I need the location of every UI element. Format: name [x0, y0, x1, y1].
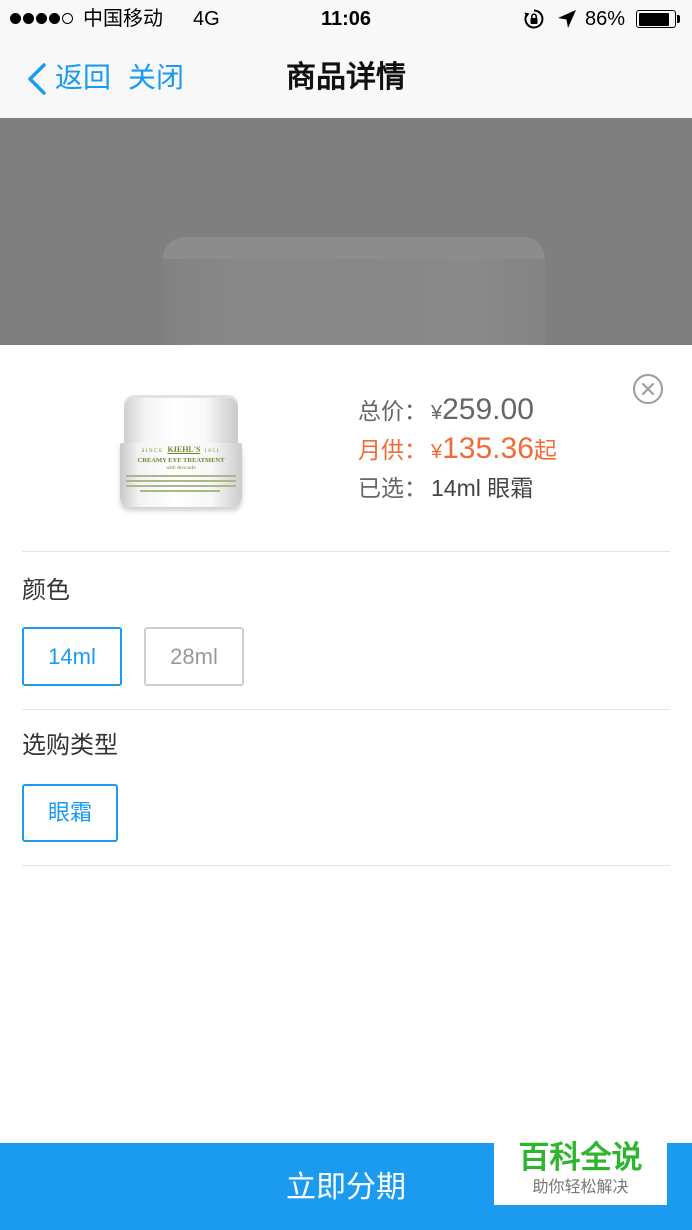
jar-product-subname: with Avocado	[166, 465, 196, 471]
close-circle-icon[interactable]	[632, 373, 664, 405]
monthly-payment-value: 135.36	[442, 432, 534, 465]
jar-lid-rim	[163, 237, 545, 259]
total-price-currency: ¥	[431, 402, 443, 424]
total-price-value: 259.00	[442, 393, 534, 426]
jar-since-text: SINCE	[141, 449, 164, 454]
jar-body: SINCE KIEHL'S 1851 CREAMY EYE TREATMENT wi…	[120, 443, 242, 507]
spec-option-28ml[interactable]: 28ml	[144, 627, 244, 686]
divider	[22, 865, 670, 866]
jar-lid	[124, 395, 238, 445]
jar-brand-text: KIEHL'S	[167, 445, 201, 454]
watermark-title: 百科全说	[518, 1140, 643, 1175]
jar-year-text: 1851	[204, 449, 221, 454]
rotation-lock-icon	[524, 9, 544, 29]
watermark-subtitle: 助你轻松解决	[532, 1179, 629, 1196]
location-arrow-icon	[558, 10, 576, 28]
battery-tip	[677, 15, 680, 23]
selected-spec-row: 已选： 14ml 眼霜	[358, 469, 533, 507]
monthly-payment-currency: ¥	[431, 441, 443, 463]
divider	[22, 709, 670, 710]
jar-fine-print	[140, 490, 220, 492]
divider	[22, 551, 670, 552]
product-thumbnail: SINCE KIEHL'S 1851 CREAMY EYE TREATMENT wi…	[118, 390, 244, 514]
battery-icon	[636, 10, 676, 28]
jar-fine-print	[126, 485, 236, 487]
status-bar: 中国移动 4G 11:06 86%	[0, 0, 692, 38]
spec-group-title-purchase-type: 选购类型	[22, 732, 118, 759]
selected-spec-value: 14ml 眼霜	[431, 475, 534, 501]
monthly-payment-label: 月供：	[358, 437, 427, 463]
jar-fine-print	[126, 480, 236, 482]
spec-option-eye-cream[interactable]: 眼霜	[22, 784, 118, 842]
total-price-label: 总价：	[358, 398, 427, 424]
total-price-row: 总价： ¥259.00	[358, 391, 534, 429]
selected-spec-label: 已选：	[358, 475, 427, 501]
battery-percent: 86%	[585, 8, 626, 30]
spec-option-14ml[interactable]: 14ml	[22, 627, 122, 686]
monthly-payment-row: 月供： ¥135.36起	[358, 430, 557, 468]
screen: 中国移动 4G 11:06 86% 返回 关闭 商品详情 SINCE KIEHL…	[0, 0, 692, 1230]
navigation-bar: 返回 关闭 商品详情	[0, 38, 692, 118]
watermark: 百科全说 助你轻松解决	[494, 1138, 667, 1205]
battery-level-fill	[638, 12, 669, 26]
page-title: 商品详情	[286, 61, 406, 94]
dimmed-product-image[interactable]	[0, 118, 692, 345]
monthly-payment-suffix: 起	[533, 437, 557, 463]
spec-group-title-color: 颜色	[22, 577, 70, 604]
jar-fine-print	[126, 475, 236, 477]
